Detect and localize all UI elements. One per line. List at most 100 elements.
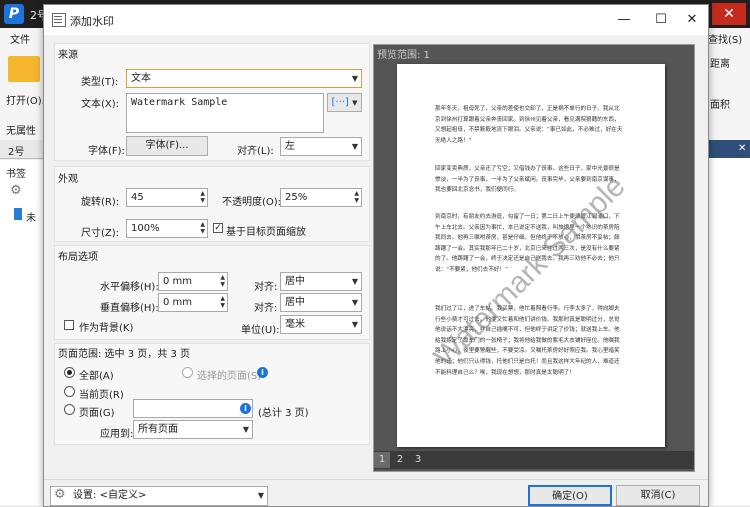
page-range-title: 页面范围: 选中 3 页，共 3 页 bbox=[58, 349, 190, 360]
scale-to-page-checkbox[interactable]: ✓ bbox=[213, 223, 223, 233]
h-align-label: 对齐: bbox=[254, 282, 278, 293]
preview-title: 预览范围: 1 bbox=[377, 50, 430, 61]
spin-arrows-icon[interactable]: ▲ ▼ bbox=[220, 295, 225, 309]
radio-selected-pages[interactable] bbox=[182, 367, 193, 378]
align-combo[interactable]: 左 ▼ bbox=[280, 137, 362, 156]
h-offset-stepper[interactable]: 0 mm ▲ ▼ bbox=[158, 272, 228, 291]
chevron-down-icon: ▼ bbox=[352, 99, 358, 107]
open-folder-icon[interactable] bbox=[8, 56, 40, 82]
info-icon[interactable]: i bbox=[257, 367, 268, 378]
v-align-label: 对齐: bbox=[254, 303, 278, 314]
background-label: 作为背景(K) bbox=[79, 323, 134, 334]
apply-to-combo[interactable]: 所有页面 ▼ bbox=[133, 420, 253, 439]
radio-pages[interactable] bbox=[64, 404, 75, 415]
apply-to-label: 应用到: bbox=[100, 429, 134, 440]
page-tab-3[interactable]: 3 bbox=[410, 452, 426, 468]
gear-icon: ⚙ bbox=[54, 487, 66, 502]
font-label: 字体(F): bbox=[88, 146, 125, 157]
radio-current-page[interactable] bbox=[64, 386, 75, 397]
source-group-title: 来源 bbox=[58, 50, 78, 61]
rotation-stepper[interactable]: 45 ▲ ▼ bbox=[126, 188, 208, 207]
menu-file[interactable]: 文件 bbox=[10, 31, 30, 46]
bookmark-item[interactable]: 未 bbox=[26, 209, 36, 224]
rotation-value: 45 bbox=[131, 192, 144, 203]
radio-pages-label: 页面(G) bbox=[79, 408, 115, 419]
watermark-text-input[interactable]: Watermark Sample bbox=[126, 93, 324, 133]
v-offset-stepper[interactable]: 0 mm ▲ ▼ bbox=[158, 293, 228, 312]
settings-label: 设置: bbox=[73, 490, 97, 501]
chevron-down-icon: ▼ bbox=[351, 277, 358, 286]
dialog-title: 添加水印 bbox=[70, 15, 114, 28]
spin-arrows-icon[interactable]: ▲ ▼ bbox=[200, 190, 205, 204]
total-pages-label: (总计 3 页) bbox=[258, 408, 309, 419]
type-combo-value: 文本 bbox=[131, 73, 151, 84]
minimize-icon[interactable]: — bbox=[604, 9, 644, 31]
attribute-label: 无属性 bbox=[6, 126, 36, 137]
right-panel bbox=[706, 140, 750, 505]
unit-value: 毫米 bbox=[285, 319, 305, 330]
size-value: 100% bbox=[131, 223, 160, 234]
page-tab-2[interactable]: 2 bbox=[392, 452, 408, 468]
h-align-combo[interactable]: 居中 ▼ bbox=[280, 272, 362, 291]
unit-combo[interactable]: 毫米 ▼ bbox=[280, 315, 362, 334]
h-offset-value: 0 mm bbox=[163, 276, 193, 287]
spin-arrows-icon[interactable]: ▲ ▼ bbox=[354, 190, 359, 204]
bookmark-icon bbox=[14, 208, 22, 220]
radio-all-label: 全部(A) bbox=[79, 371, 114, 382]
v-align-combo[interactable]: 居中 ▼ bbox=[280, 293, 362, 312]
spin-arrows-icon[interactable]: ▲ ▼ bbox=[200, 221, 205, 235]
document-tab-label: 2号 bbox=[8, 147, 25, 158]
app-close-icon[interactable]: ✕ bbox=[712, 3, 746, 25]
settings-value: <自定义> bbox=[99, 490, 147, 501]
size-stepper[interactable]: 100% ▲ ▼ bbox=[126, 219, 208, 238]
area-tool[interactable]: 面积 bbox=[710, 96, 730, 111]
spin-arrows-icon[interactable]: ▲ ▼ bbox=[220, 274, 225, 288]
chevron-down-icon: ▼ bbox=[257, 491, 264, 500]
type-label: 类型(T): bbox=[81, 77, 119, 88]
v-offset-label: 垂直偏移(H): bbox=[100, 303, 159, 314]
info-icon[interactable]: i bbox=[240, 403, 251, 414]
radio-all[interactable] bbox=[64, 367, 75, 378]
appearance-group-title: 外观 bbox=[58, 174, 78, 185]
gear-icon[interactable]: ⚙ bbox=[10, 183, 22, 198]
bookmark-panel bbox=[0, 160, 47, 505]
page-tab-1[interactable]: 1 bbox=[374, 452, 390, 468]
dialog-icon-lines bbox=[54, 16, 62, 17]
insert-field-button[interactable]: [···] ▼ bbox=[327, 93, 362, 112]
ok-button[interactable]: 确定(O) bbox=[528, 485, 612, 506]
cancel-button[interactable]: 取消(C) bbox=[616, 485, 700, 506]
v-offset-value: 0 mm bbox=[163, 297, 193, 308]
chevron-down-icon: ▼ bbox=[351, 74, 358, 83]
scale-to-page-label: 基于目标页面缩放 bbox=[226, 227, 306, 238]
size-label: 尺寸(Z): bbox=[81, 228, 120, 239]
h-align-value: 居中 bbox=[285, 276, 305, 287]
close-icon[interactable]: ✕ bbox=[738, 143, 746, 154]
align-combo-value: 左 bbox=[285, 141, 295, 152]
opacity-label: 不透明度(O): bbox=[222, 197, 282, 208]
type-combo[interactable]: 文本 ▼ bbox=[126, 69, 362, 88]
opacity-stepper[interactable]: 25% ▲ ▼ bbox=[280, 188, 362, 207]
align-label: 对齐(L): bbox=[237, 146, 274, 157]
apply-to-value: 所有页面 bbox=[138, 424, 178, 435]
unit-label: 单位(U): bbox=[241, 325, 280, 336]
radio-current-page-label: 当前页(R) bbox=[79, 390, 124, 401]
text-label: 文本(X): bbox=[81, 99, 120, 110]
background-checkbox[interactable] bbox=[64, 320, 74, 330]
radio-dot bbox=[67, 370, 72, 375]
chevron-down-icon: ▼ bbox=[351, 142, 358, 151]
font-button[interactable]: 字体(F)... bbox=[126, 136, 208, 156]
chevron-down-icon: ▼ bbox=[351, 298, 358, 307]
chevron-down-icon: ▼ bbox=[242, 425, 249, 434]
rotation-label: 旋转(R): bbox=[81, 197, 120, 208]
radio-selected-pages-label: 选择的页面(S) bbox=[197, 371, 262, 382]
opacity-value: 25% bbox=[285, 192, 308, 203]
layout-group-title: 布局选项 bbox=[58, 252, 98, 263]
pages-input[interactable] bbox=[133, 399, 253, 418]
dialog-close-icon[interactable]: ✕ bbox=[672, 9, 712, 31]
v-align-value: 居中 bbox=[285, 297, 305, 308]
menu-find[interactable]: 查找(S) bbox=[708, 31, 742, 46]
preview-paragraph: 那年冬天，祖母死了，父亲的差使也交卸了，正是祸不单行的日子。我从北京到徐州打算跟… bbox=[435, 106, 623, 144]
settings-combo[interactable]: 设置: <自定义> ▼ bbox=[50, 486, 268, 506]
distance-tool[interactable]: 距离 bbox=[710, 55, 730, 70]
chevron-down-icon: ▼ bbox=[351, 320, 358, 329]
